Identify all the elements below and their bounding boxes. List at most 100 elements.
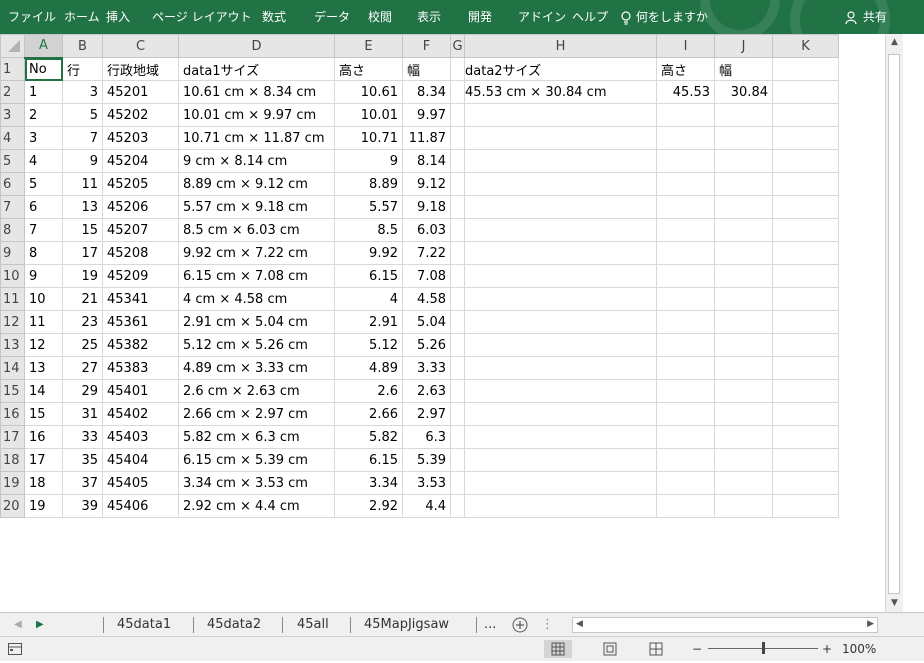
cell-b9[interactable]: 17 <box>62 241 103 265</box>
column-header-d[interactable]: D <box>178 34 335 58</box>
column-header-a[interactable]: A <box>24 34 63 59</box>
tell-me-box[interactable]: 何をしますか <box>620 0 708 34</box>
cell-j4[interactable] <box>714 126 773 150</box>
cell-i10[interactable] <box>656 264 715 288</box>
cell-d19[interactable]: 3.34 cm × 3.53 cm <box>178 471 335 495</box>
cell-h20[interactable] <box>464 494 657 518</box>
column-header-k[interactable]: K <box>772 34 839 58</box>
cell-i2[interactable]: 45.53 <box>656 80 715 104</box>
cell-e14[interactable]: 4.89 <box>334 356 403 380</box>
cell-d20[interactable]: 2.92 cm × 4.4 cm <box>178 494 335 518</box>
cell-c19[interactable]: 45405 <box>102 471 179 495</box>
cell-c17[interactable]: 45403 <box>102 425 179 449</box>
cell-h18[interactable] <box>464 448 657 472</box>
hscroll-left-icon[interactable]: ◀ <box>576 619 583 629</box>
cell-i4[interactable] <box>656 126 715 150</box>
cell-i9[interactable] <box>656 241 715 265</box>
sheet-tab-45mapjigsaw[interactable]: 45MapJigsaw <box>364 613 449 637</box>
ribbon-tab-8[interactable]: 開発 <box>468 0 492 34</box>
cell-i13[interactable] <box>656 333 715 357</box>
cell-g16[interactable] <box>450 402 465 426</box>
cell-a20[interactable]: 19 <box>24 494 63 518</box>
cell-g2[interactable] <box>450 80 465 104</box>
cell-b6[interactable]: 11 <box>62 172 103 196</box>
row-header[interactable]: 16 <box>0 402 25 426</box>
cell-i11[interactable] <box>656 287 715 311</box>
cell-b7[interactable]: 13 <box>62 195 103 219</box>
cell-g20[interactable] <box>450 494 465 518</box>
cell-g14[interactable] <box>450 356 465 380</box>
cell-i6[interactable] <box>656 172 715 196</box>
cell-e1[interactable]: 高さ <box>334 57 403 81</box>
cell-f5[interactable]: 8.14 <box>402 149 451 173</box>
page-layout-view-button[interactable] <box>596 640 624 658</box>
tab-scroll-left-icon[interactable]: ◀ <box>14 613 22 637</box>
cell-e19[interactable]: 3.34 <box>334 471 403 495</box>
cell-h16[interactable] <box>464 402 657 426</box>
cell-j15[interactable] <box>714 379 773 403</box>
cell-e7[interactable]: 5.57 <box>334 195 403 219</box>
cell-h6[interactable] <box>464 172 657 196</box>
cell-k20[interactable] <box>772 494 839 518</box>
cell-g10[interactable] <box>450 264 465 288</box>
cell-k14[interactable] <box>772 356 839 380</box>
cell-j11[interactable] <box>714 287 773 311</box>
cell-g4[interactable] <box>450 126 465 150</box>
zoom-out-button[interactable]: − <box>692 637 702 661</box>
column-header-f[interactable]: F <box>402 34 451 58</box>
cell-f18[interactable]: 5.39 <box>402 448 451 472</box>
cell-f1[interactable]: 幅 <box>402 57 451 81</box>
cell-a8[interactable]: 7 <box>24 218 63 242</box>
cell-a2[interactable]: 1 <box>24 80 63 104</box>
cell-k11[interactable] <box>772 287 839 311</box>
cell-k7[interactable] <box>772 195 839 219</box>
cell-b20[interactable]: 39 <box>62 494 103 518</box>
cell-a12[interactable]: 11 <box>24 310 63 334</box>
cell-d2[interactable]: 10.61 cm × 8.34 cm <box>178 80 335 104</box>
cell-g3[interactable] <box>450 103 465 127</box>
cell-g15[interactable] <box>450 379 465 403</box>
cell-b4[interactable]: 7 <box>62 126 103 150</box>
page-break-view-button[interactable] <box>642 640 670 658</box>
row-header[interactable]: 4 <box>0 126 25 150</box>
cell-k8[interactable] <box>772 218 839 242</box>
normal-view-button[interactable] <box>544 640 572 658</box>
cell-c14[interactable]: 45383 <box>102 356 179 380</box>
cell-g11[interactable] <box>450 287 465 311</box>
cell-i12[interactable] <box>656 310 715 334</box>
tab-split-handle-icon[interactable]: ⋮ <box>541 613 554 637</box>
cell-b8[interactable]: 15 <box>62 218 103 242</box>
cell-a13[interactable]: 12 <box>24 333 63 357</box>
cell-i15[interactable] <box>656 379 715 403</box>
row-header[interactable]: 12 <box>0 310 25 334</box>
cell-g1[interactable] <box>450 57 465 81</box>
cell-h3[interactable] <box>464 103 657 127</box>
cell-i17[interactable] <box>656 425 715 449</box>
cell-e12[interactable]: 2.91 <box>334 310 403 334</box>
cell-k17[interactable] <box>772 425 839 449</box>
ribbon-tab-0[interactable]: ファイル <box>8 0 56 34</box>
cell-b2[interactable]: 3 <box>62 80 103 104</box>
cell-i19[interactable] <box>656 471 715 495</box>
sheet-tab-45data2[interactable]: 45data2 <box>207 613 261 637</box>
row-header[interactable]: 11 <box>0 287 25 311</box>
zoom-level[interactable]: 100% <box>842 637 876 661</box>
cell-f20[interactable]: 4.4 <box>402 494 451 518</box>
cell-b18[interactable]: 35 <box>62 448 103 472</box>
row-header[interactable]: 13 <box>0 333 25 357</box>
row-header[interactable]: 20 <box>0 494 25 518</box>
row-header[interactable]: 7 <box>0 195 25 219</box>
row-header[interactable]: 8 <box>0 218 25 242</box>
column-header-e[interactable]: E <box>334 34 403 58</box>
cell-d9[interactable]: 9.92 cm × 7.22 cm <box>178 241 335 265</box>
cell-j5[interactable] <box>714 149 773 173</box>
ribbon-tab-4[interactable]: 数式 <box>262 0 286 34</box>
vertical-scrollbar[interactable]: ▲ ▼ <box>885 34 903 612</box>
cell-h5[interactable] <box>464 149 657 173</box>
cell-g6[interactable] <box>450 172 465 196</box>
cell-h9[interactable] <box>464 241 657 265</box>
cell-b14[interactable]: 27 <box>62 356 103 380</box>
ribbon-tab-6[interactable]: 校閲 <box>368 0 392 34</box>
cell-d11[interactable]: 4 cm × 4.58 cm <box>178 287 335 311</box>
cell-e17[interactable]: 5.82 <box>334 425 403 449</box>
